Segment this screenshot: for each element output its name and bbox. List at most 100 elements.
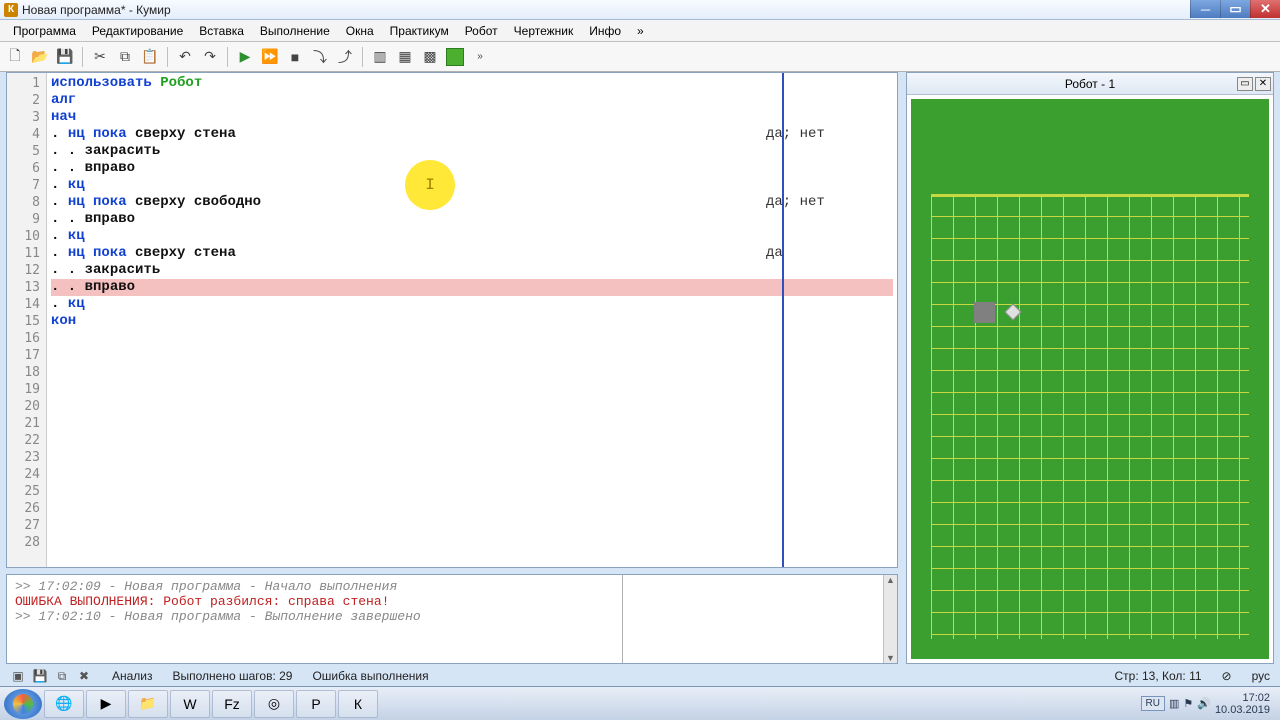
taskbar-app[interactable]: W [170, 690, 210, 718]
margin-note [762, 75, 897, 92]
menu-item[interactable]: Чертежник [507, 22, 581, 40]
toolbar: 🗋 📂 💾 ✂ ⧉ 📋 ↶ ↷ ▶ ⏩ ■ ⤵ ⤴ ▥ ▦ ▩ » [0, 42, 1280, 72]
margin-note [762, 262, 897, 279]
status-ovr-icon: ⊘ [1222, 669, 1232, 683]
cut-icon[interactable]: ✂ [89, 46, 111, 68]
menu-item[interactable]: Программа [6, 22, 83, 40]
tray-time: 17:02 [1215, 692, 1270, 704]
menu-item[interactable]: Редактирование [85, 22, 190, 40]
robot-panel-title: Робот - 1 ▭ ✕ [907, 73, 1273, 95]
taskbar-app[interactable]: P [296, 690, 336, 718]
menu-item[interactable]: » [630, 22, 651, 40]
margin-note [762, 92, 897, 109]
console-line: >> 17:02:09 - Новая программа - Начало в… [15, 579, 614, 594]
margin-note [762, 364, 897, 381]
scroll-up-icon[interactable]: ▲ [884, 575, 897, 585]
margin-note [762, 466, 897, 483]
console-output[interactable]: >> 17:02:09 - Новая программа - Начало в… [7, 575, 623, 663]
run-icon[interactable]: ▶ [234, 46, 256, 68]
margin-note [762, 211, 897, 228]
margin-note: да; нет [762, 126, 897, 143]
console-line: ОШИБКА ВЫПОЛНЕНИЯ: Робот разбился: справ… [15, 594, 614, 609]
redo-icon[interactable]: ↷ [199, 46, 221, 68]
margin-note [762, 449, 897, 466]
margin-note [762, 534, 897, 551]
start-button[interactable] [4, 689, 42, 719]
robot-close-icon[interactable]: ✕ [1255, 77, 1271, 91]
console-panel: >> 17:02:09 - Новая программа - Начало в… [6, 574, 898, 664]
margin-note [762, 347, 897, 364]
scrollbar[interactable]: ▲▼ [883, 575, 897, 663]
margin-note [762, 313, 897, 330]
robot-panel: Робот - 1 ▭ ✕ [906, 72, 1274, 664]
menubar: ПрограммаРедактированиеВставкаВыполнение… [0, 20, 1280, 42]
paste-icon[interactable]: 📋 [139, 46, 161, 68]
minimize-button[interactable]: ─ [1190, 0, 1220, 18]
open-file-icon[interactable]: 📂 [29, 46, 51, 68]
robot-grid [931, 194, 1249, 639]
layout3-icon[interactable]: ▩ [419, 46, 441, 68]
margin-note [762, 160, 897, 177]
tray-volume-icon[interactable]: 🔊 [1197, 697, 1211, 710]
step-icon[interactable]: ⏩ [259, 46, 281, 68]
margin-column: да; нетда; нетда [762, 73, 897, 551]
layout1-icon[interactable]: ▥ [369, 46, 391, 68]
maximize-button[interactable]: ▭ [1220, 0, 1250, 18]
tray-network-icon[interactable]: ⚑ [1183, 697, 1193, 710]
status-error: Ошибка выполнения [312, 669, 428, 683]
console-secondary[interactable] [623, 575, 883, 663]
taskbar-app[interactable]: ▶ [86, 690, 126, 718]
new-file-icon[interactable]: 🗋 [4, 46, 26, 68]
menu-item[interactable]: Инфо [582, 22, 628, 40]
taskbar-app[interactable]: 📁 [128, 690, 168, 718]
margin-note [762, 143, 897, 160]
margin-note [762, 500, 897, 517]
save-file-icon[interactable]: 💾 [54, 46, 76, 68]
margin-note [762, 517, 897, 534]
menu-item[interactable]: Робот [458, 22, 505, 40]
line-gutter: 1234567891011121314151617181920212223242… [7, 73, 47, 567]
margin-note [762, 109, 897, 126]
undo-icon[interactable]: ↶ [174, 46, 196, 68]
stop-icon[interactable]: ■ [284, 46, 306, 68]
status-copy-icon[interactable]: ⧉ [54, 668, 70, 684]
robot-field[interactable] [911, 99, 1269, 659]
step-over-icon[interactable]: ⤴ [334, 46, 356, 68]
window-controls: ─ ▭ ✕ [1190, 0, 1280, 18]
code-area[interactable]: использовать Роботалгнач. нц пока сверху… [47, 73, 897, 567]
margin-note [762, 330, 897, 347]
robot-dock-icon[interactable]: ▭ [1237, 77, 1253, 91]
code-editor[interactable]: 1234567891011121314151617181920212223242… [6, 72, 898, 568]
margin-note [762, 296, 897, 313]
tray-clock[interactable]: 17:02 10.03.2019 [1215, 692, 1270, 716]
status-save-icon[interactable]: 💾 [32, 668, 48, 684]
painted-cell [974, 302, 995, 323]
tray-lang[interactable]: RU [1141, 696, 1165, 711]
status-delete-icon[interactable]: ✖ [76, 668, 92, 684]
margin-note [762, 279, 897, 296]
menu-item[interactable]: Выполнение [253, 22, 337, 40]
margin-note: да; нет [762, 194, 897, 211]
step-into-icon[interactable]: ⤵ [309, 46, 331, 68]
tray-flag-icon[interactable]: ▥ [1169, 697, 1179, 710]
menu-item[interactable]: Вставка [192, 22, 251, 40]
system-tray: RU ▥ ⚑ 🔊 17:02 10.03.2019 [1141, 692, 1277, 716]
copy-icon[interactable]: ⧉ [114, 46, 136, 68]
menu-item[interactable]: Окна [339, 22, 381, 40]
layout2-icon[interactable]: ▦ [394, 46, 416, 68]
tray-date: 10.03.2019 [1215, 704, 1270, 716]
more-icon[interactable]: » [469, 46, 491, 68]
robot-title-text: Робот - 1 [1065, 77, 1115, 91]
margin-note [762, 177, 897, 194]
close-button[interactable]: ✕ [1250, 0, 1280, 18]
taskbar-app[interactable]: К [338, 690, 378, 718]
scroll-down-icon[interactable]: ▼ [884, 653, 897, 663]
robot-field-icon[interactable] [444, 46, 466, 68]
taskbar-app[interactable]: 🌐 [44, 690, 84, 718]
app-icon: К [4, 3, 18, 17]
margin-note [762, 415, 897, 432]
taskbar-app[interactable]: Fz [212, 690, 252, 718]
taskbar-app[interactable]: ◎ [254, 690, 294, 718]
menu-item[interactable]: Практикум [383, 22, 456, 40]
status-icon-1[interactable]: ▣ [10, 668, 26, 684]
